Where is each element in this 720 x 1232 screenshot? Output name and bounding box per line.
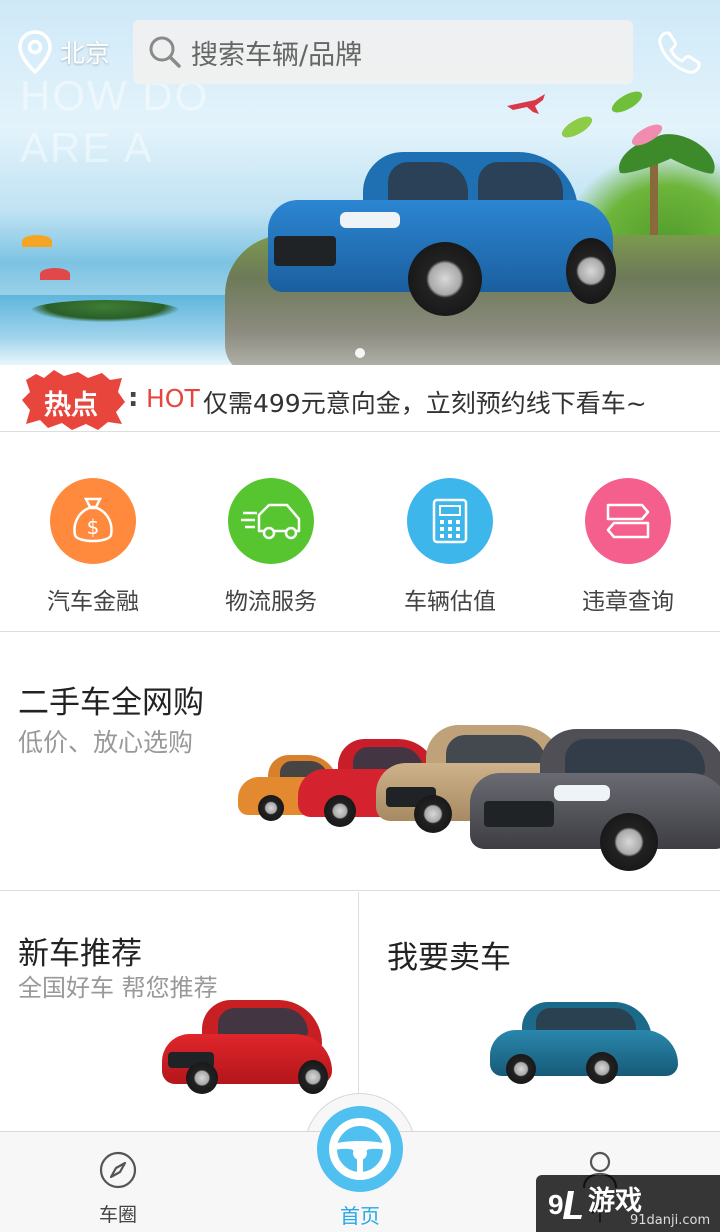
- paraglider-image: [22, 235, 52, 247]
- site-watermark: 9 游戏 91danji.com: [536, 1175, 720, 1232]
- service-label: 物流服务: [225, 589, 317, 615]
- hot-news-bar[interactable]: 热点 : HOT 仅需499元意向金，立刻预约线下看车~: [0, 365, 720, 432]
- new-car-subtitle: 全国好车 帮您推荐: [18, 974, 218, 1002]
- svg-text:$: $: [87, 515, 100, 539]
- paraglider-image: [40, 268, 70, 280]
- steering-wheel-icon: [329, 1118, 391, 1180]
- tab-car-circle[interactable]: 车圈: [38, 1132, 198, 1232]
- leaf-image: [558, 112, 596, 142]
- service-valuation[interactable]: 车辆估值: [361, 478, 539, 616]
- tab-label: 车圈: [98, 1204, 137, 1226]
- money-bag-icon: $: [50, 478, 136, 564]
- service-grid: $ 汽车金融 物流服务 车辆估值 违章查询: [0, 432, 720, 632]
- used-car-gray-sedan-image: [470, 729, 720, 879]
- sell-car-blue-suv-image: [490, 1002, 680, 1088]
- calculator-icon: [407, 478, 493, 564]
- new-car-card[interactable]: 新车推荐 全国好车 帮您推荐: [0, 892, 359, 1130]
- city-selector[interactable]: 北京: [16, 30, 110, 74]
- carousel-indicator: [0, 343, 720, 362]
- search-placeholder: 搜索车辆/品牌: [191, 39, 363, 71]
- used-car-subtitle: 低价、放心选购: [18, 728, 194, 757]
- delivery-truck-icon: [228, 478, 314, 564]
- used-car-section[interactable]: 二手车全网购 低价、放心选购: [0, 633, 720, 891]
- service-label: 违章查询: [582, 589, 674, 615]
- leaf-image: [608, 87, 646, 117]
- watermark-site: 91danji.com: [630, 1213, 711, 1228]
- service-violation-query[interactable]: 违章查询: [539, 478, 717, 616]
- phone-icon[interactable]: [654, 28, 704, 78]
- new-car-title: 新车推荐: [18, 936, 142, 972]
- used-car-title: 二手车全网购: [18, 685, 204, 721]
- carousel-dot[interactable]: [355, 348, 365, 358]
- road-sign-icon: [585, 478, 671, 564]
- hot-separator: :: [128, 383, 139, 413]
- banner-watermark: HOW DO ARE A: [20, 72, 210, 171]
- service-car-finance[interactable]: $ 汽车金融: [4, 478, 182, 616]
- hot-tag: HOT: [146, 384, 200, 413]
- compass-icon: [99, 1151, 137, 1189]
- banner-island: [30, 300, 180, 322]
- search-icon: [149, 36, 181, 68]
- site-logo-icon: 9: [548, 1189, 582, 1220]
- new-car-red-hatchback-image: [162, 1000, 334, 1096]
- service-logistics[interactable]: 物流服务: [182, 478, 360, 616]
- service-label: 汽车金融: [47, 589, 139, 615]
- airplane-image: [507, 94, 545, 114]
- sell-car-card[interactable]: 我要卖车: [360, 892, 720, 1130]
- svg-text:9: 9: [548, 1189, 564, 1220]
- city-name: 北京: [60, 39, 111, 68]
- tab-label: 首页: [340, 1204, 380, 1228]
- hot-badge-shape: [22, 370, 125, 430]
- service-label: 车辆估值: [404, 589, 496, 615]
- location-pin-icon: [18, 30, 52, 74]
- hot-message: 仅需499元意向金，立刻预约线下看车~: [203, 389, 647, 418]
- search-bar[interactable]: 搜索车辆/品牌: [133, 20, 633, 84]
- sell-car-title: 我要卖车: [387, 940, 511, 976]
- banner-suv-image: [268, 152, 618, 322]
- tab-home[interactable]: [317, 1106, 403, 1192]
